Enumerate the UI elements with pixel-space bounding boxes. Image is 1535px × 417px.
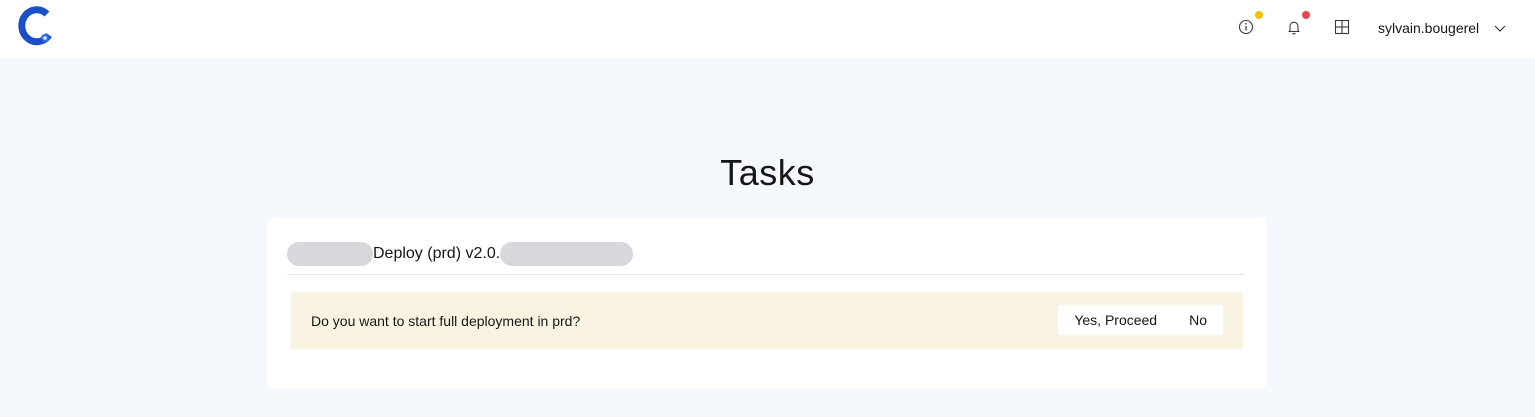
top-navigation-bar: sylvain.bougerel [0,0,1535,58]
info-badge [1255,11,1263,19]
app-switcher-button[interactable] [1331,16,1353,38]
user-menu[interactable]: sylvain.bougerel [1378,17,1507,39]
task-actions: Yes, Proceed No [1058,305,1223,335]
task-prompt-text: Do you want to start full deployment in … [311,313,581,329]
bell-icon [1288,21,1300,35]
user-name: sylvain.bougerel [1378,20,1480,36]
task-prompt-banner: Do you want to start full deployment in … [291,292,1243,349]
logo-icon[interactable] [16,5,56,47]
page-title: Tasks [720,152,815,193]
grid-icon [1334,19,1350,35]
redacted-text [500,242,634,266]
task-name: Deploy (prd) v2.0. [373,245,501,262]
info-button[interactable] [1235,11,1263,38]
task-card: Deploy (prd) v2.0. Do you want to start … [267,218,1267,389]
info-circle-icon [1238,19,1254,35]
chevron-down-icon [1494,25,1506,32]
redacted-text [287,242,373,266]
notifications-badge [1302,11,1310,19]
notifications-button[interactable] [1283,11,1310,38]
proceed-button[interactable]: Yes, Proceed [1058,305,1174,335]
task-header: Deploy (prd) v2.0. [287,242,1244,275]
no-button[interactable]: No [1173,305,1223,335]
